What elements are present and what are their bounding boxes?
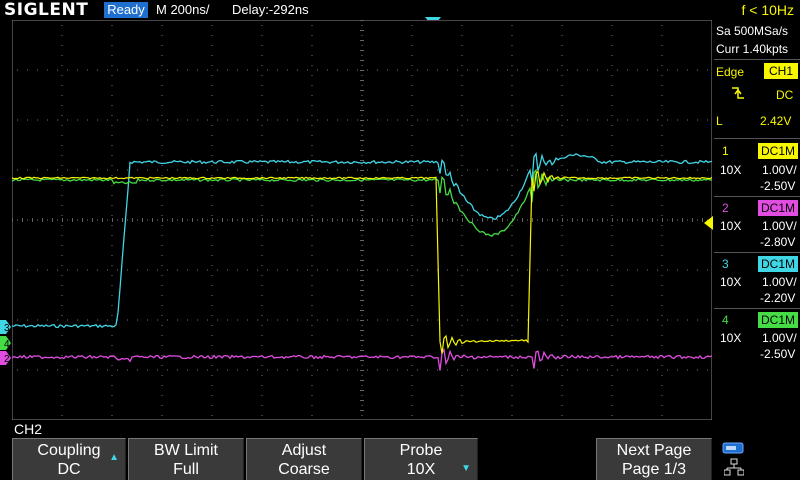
svg-text:3: 3 bbox=[4, 323, 10, 334]
ch3-number: 3 bbox=[722, 257, 729, 271]
top-status-bar: SIGLENT Ready M 200ns/ Delay:-292ns f < … bbox=[0, 0, 800, 20]
ch1-offset: -2.50V bbox=[760, 179, 796, 193]
coupling-softkey[interactable]: Coupling DC ▲ bbox=[12, 438, 126, 480]
frequency-counter: f < 10Hz bbox=[741, 2, 794, 18]
brand-logo: SIGLENT bbox=[4, 0, 89, 20]
trigger-type[interactable]: Edge bbox=[716, 65, 744, 79]
trigger-coupling: DC bbox=[776, 88, 794, 102]
trigger-level[interactable]: 2.42V bbox=[760, 114, 791, 128]
ch4-coupling-badge: DC1M bbox=[758, 312, 798, 328]
bw-limit-softkey[interactable]: BW Limit Full bbox=[128, 438, 244, 480]
ch4-offset-marker[interactable]: 4 bbox=[0, 336, 12, 350]
ch4-probe: 10X bbox=[720, 331, 742, 345]
ch2-number: 2 bbox=[722, 201, 729, 215]
ch3-offset-marker[interactable]: 3 bbox=[0, 320, 12, 334]
ch1-probe: 10X bbox=[720, 163, 742, 177]
rising-edge-icon bbox=[732, 87, 744, 99]
ch2-scale: 1.00V/ bbox=[762, 219, 797, 233]
waveform-display[interactable] bbox=[12, 20, 712, 420]
ch2-offset: -2.80V bbox=[760, 235, 796, 249]
empty-softkey bbox=[480, 438, 594, 480]
ch2-probe: 10X bbox=[720, 219, 742, 233]
active-channel-label: CH2 bbox=[14, 421, 43, 437]
timebase-readout[interactable]: M 200ns/ bbox=[156, 0, 209, 20]
trigger-level-arrow-icon[interactable] bbox=[703, 216, 713, 230]
bw-limit-softkey-value: Full bbox=[173, 461, 199, 478]
ch4-scale: 1.00V/ bbox=[762, 331, 797, 345]
trigger-slope-label: L bbox=[716, 114, 723, 128]
cycle-down-icon: ▼ bbox=[461, 463, 471, 474]
next-page-softkey-title: Next Page bbox=[616, 442, 692, 459]
ch3-coupling-badge: DC1M bbox=[758, 256, 798, 272]
ch2-offset-marker[interactable]: 2 bbox=[0, 351, 12, 365]
ch1-number: 1 bbox=[722, 144, 729, 158]
ch3-probe: 10X bbox=[720, 275, 742, 289]
ch4-number: 4 bbox=[722, 313, 729, 327]
cycle-up-icon: ▲ bbox=[109, 452, 119, 463]
ch3-scale: 1.00V/ bbox=[762, 275, 797, 289]
adjust-softkey-title: Adjust bbox=[281, 442, 327, 459]
ch1-scale: 1.00V/ bbox=[762, 163, 797, 177]
probe-softkey[interactable]: Probe 10X ▼ bbox=[364, 438, 478, 480]
probe-softkey-title: Probe bbox=[399, 442, 443, 459]
svg-text:4: 4 bbox=[4, 339, 10, 350]
adjust-softkey-value: Coarse bbox=[278, 461, 330, 478]
network-icon bbox=[724, 458, 744, 476]
sample-rate: Sa 500MSa/s bbox=[716, 24, 789, 38]
next-page-softkey-value: Page 1/3 bbox=[621, 461, 687, 478]
svg-text:2: 2 bbox=[4, 354, 10, 365]
delay-readout[interactable]: Delay:-292ns bbox=[232, 0, 309, 20]
ch4-offset: -2.50V bbox=[760, 347, 796, 361]
system-status-icons bbox=[716, 438, 800, 480]
memory-depth: Curr 1.40kpts bbox=[716, 42, 789, 56]
usb-icon bbox=[722, 442, 744, 454]
ch2-coupling-badge: DC1M bbox=[758, 200, 798, 216]
next-page-softkey[interactable]: Next Page Page 1/3 bbox=[596, 438, 712, 480]
bw-limit-softkey-title: BW Limit bbox=[154, 442, 218, 459]
trigger-source-badge[interactable]: CH1 bbox=[764, 63, 798, 79]
acquisition-status-badge: Ready bbox=[104, 2, 148, 18]
ch3-offset: -2.20V bbox=[760, 291, 796, 305]
adjust-softkey[interactable]: Adjust Coarse bbox=[246, 438, 362, 480]
ch1-coupling-badge: DC1M bbox=[758, 143, 798, 159]
